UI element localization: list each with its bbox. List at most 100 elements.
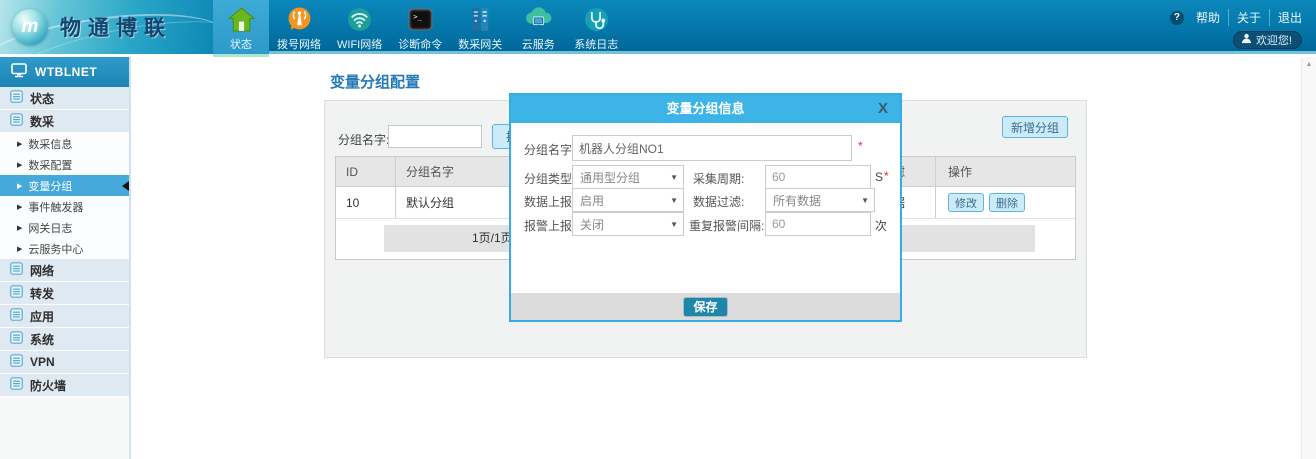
sidebar-item-label: 系统: [30, 331, 54, 348]
sidebar-item-gateway-log[interactable]: ▶ 网关日志: [0, 217, 129, 238]
sidebar-item-label: 转发: [30, 285, 54, 302]
stethoscope-icon: [583, 3, 610, 35]
close-icon[interactable]: X: [878, 100, 888, 118]
required-asterisk: *: [858, 139, 863, 153]
sidebar-item-label: 变量分组: [28, 178, 72, 194]
nav-item-dial-network[interactable]: 拨号网络: [269, 0, 329, 54]
alarm-interval-label: 重复报警间隔:: [689, 217, 764, 234]
save-button[interactable]: 保存: [683, 297, 727, 317]
list-icon: [10, 113, 23, 129]
modify-button[interactable]: 修改: [948, 193, 984, 212]
logo: m 物通博联: [0, 0, 213, 54]
nav-item-status[interactable]: 状态: [213, 0, 269, 54]
chevron-down-icon: ▼: [861, 196, 874, 205]
modal-footer: 保存: [511, 293, 900, 320]
sidebar-item-label: 状态: [30, 90, 54, 107]
caret-right-icon: ▶: [17, 203, 22, 211]
caret-right-icon: ▶: [17, 161, 22, 169]
sidebar-item-forwarding[interactable]: 转发: [0, 282, 129, 305]
welcome-badge[interactable]: 欢迎您!: [1233, 31, 1302, 49]
caret-right-icon: ▶: [17, 245, 22, 253]
sidebar-item-data-collection[interactable]: 数采: [0, 110, 129, 133]
modal-title-bar: 变量分组信息 X: [511, 95, 900, 123]
sidebar-item-label: 数采配置: [28, 157, 72, 173]
sidebar-item-label: 数采信息: [28, 136, 72, 152]
sidebar-item-vpn[interactable]: VPN: [0, 351, 129, 374]
data-report-value: 启用: [573, 192, 670, 209]
list-icon: [10, 262, 23, 278]
collect-period-unit: S: [875, 170, 883, 184]
alarm-interval-unit: 次: [875, 217, 887, 234]
delete-button[interactable]: 删除: [989, 193, 1025, 212]
header-id: ID: [336, 157, 396, 186]
nav-label: 诊断命令: [398, 36, 442, 52]
sidebar-item-label: 事件触发器: [28, 199, 83, 215]
help-link[interactable]: 帮助: [1188, 9, 1229, 26]
group-type-select[interactable]: 通用型分组 ▼: [572, 165, 684, 189]
nav-label: 系统日志: [574, 36, 618, 52]
sidebar-item-cloud-center[interactable]: ▶ 云服务中心: [0, 238, 129, 259]
sidebar-item-system[interactable]: 系统: [0, 328, 129, 351]
sidebar-item-label: 数采: [30, 113, 54, 130]
sidebar: WTBLNET 状态 数采 ▶ 数采信息 ▶ 数采配置 ▶ 变量分组 ▶ 事件触…: [0, 57, 131, 459]
data-filter-label: 数据过滤:: [693, 193, 744, 210]
list-icon: [10, 354, 23, 370]
chevron-down-icon: ▼: [670, 196, 683, 205]
sidebar-item-label: VPN: [30, 355, 55, 369]
svg-text:>_: >_: [413, 11, 422, 20]
sidebar-item-application[interactable]: 应用: [0, 305, 129, 328]
modal-title: 变量分组信息: [666, 101, 744, 116]
sidebar-item-status[interactable]: 状态: [0, 87, 129, 110]
nav-item-diagnostic-command[interactable]: >_ 诊断命令: [390, 0, 450, 54]
vertical-scrollbar[interactable]: ▲: [1301, 57, 1316, 459]
monitor-icon: [11, 63, 27, 81]
sidebar-item-collection-info[interactable]: ▶ 数采信息: [0, 133, 129, 154]
data-report-label: 数据上报:: [524, 193, 575, 210]
add-group-button[interactable]: 新增分组: [1002, 116, 1068, 138]
alarm-report-select[interactable]: 关闭 ▼: [572, 212, 684, 236]
sidebar-item-network[interactable]: 网络: [0, 259, 129, 282]
caret-right-icon: ▶: [17, 224, 22, 232]
scroll-up-icon[interactable]: ▲: [1302, 57, 1316, 68]
sidebar-title: WTBLNET: [35, 65, 97, 79]
nav-label: 状态: [230, 36, 252, 52]
about-link[interactable]: 关于: [1229, 9, 1270, 26]
nav-item-data-gateway[interactable]: 数采网关: [450, 0, 510, 54]
sidebar-item-collection-config[interactable]: ▶ 数采配置: [0, 154, 129, 175]
page-title: 变量分组配置: [330, 71, 420, 92]
data-report-select[interactable]: 启用 ▼: [572, 188, 684, 212]
main-nav: 状态 拨号网络 WIFI网络 >_ 诊断命令 数采网关: [213, 0, 626, 54]
data-filter-value: 所有数据: [766, 192, 861, 209]
help-icon: ?: [1170, 11, 1184, 25]
terminal-icon: >_: [407, 3, 434, 35]
group-name-input[interactable]: [572, 135, 852, 161]
logout-link[interactable]: 退出: [1270, 9, 1302, 26]
chevron-down-icon: ▼: [670, 220, 683, 229]
search-input[interactable]: [388, 125, 482, 148]
variable-group-modal: 变量分组信息 X 分组名字: * 分组类型: 通用型分组 ▼ 采集周期: S *…: [509, 93, 902, 322]
logo-text: 物通博联: [60, 12, 172, 42]
list-icon: [10, 90, 23, 106]
collect-period-input[interactable]: [765, 165, 871, 189]
cell-actions: 修改 删除: [935, 187, 1075, 218]
sidebar-item-firewall[interactable]: 防火墙: [0, 374, 129, 397]
list-icon: [10, 377, 23, 393]
nav-item-cloud-service[interactable]: 云服务: [510, 0, 566, 54]
caret-right-icon: ▶: [17, 182, 22, 190]
sidebar-item-label: 防火墙: [30, 377, 66, 394]
nav-item-wifi[interactable]: WIFI网络: [329, 0, 390, 54]
alarm-interval-input[interactable]: [765, 212, 871, 236]
nav-item-system-log[interactable]: 系统日志: [566, 0, 626, 54]
data-filter-select[interactable]: 所有数据 ▼: [765, 188, 875, 212]
search-label: 分组名字:: [338, 131, 389, 148]
logo-sphere-icon: m: [12, 9, 48, 45]
sidebar-item-event-trigger[interactable]: ▶ 事件触发器: [0, 196, 129, 217]
nav-label: 云服务: [522, 36, 555, 52]
collect-period-label: 采集周期:: [693, 170, 744, 187]
cloud-icon: [523, 3, 554, 35]
cell-id: 10: [336, 187, 396, 218]
sidebar-item-label: 网关日志: [28, 220, 72, 236]
welcome-text: 欢迎您!: [1256, 32, 1292, 48]
sidebar-item-variable-group[interactable]: ▶ 变量分组: [0, 175, 129, 196]
modal-body: 分组名字: * 分组类型: 通用型分组 ▼ 采集周期: S * 数据上报: 启用…: [511, 123, 900, 293]
